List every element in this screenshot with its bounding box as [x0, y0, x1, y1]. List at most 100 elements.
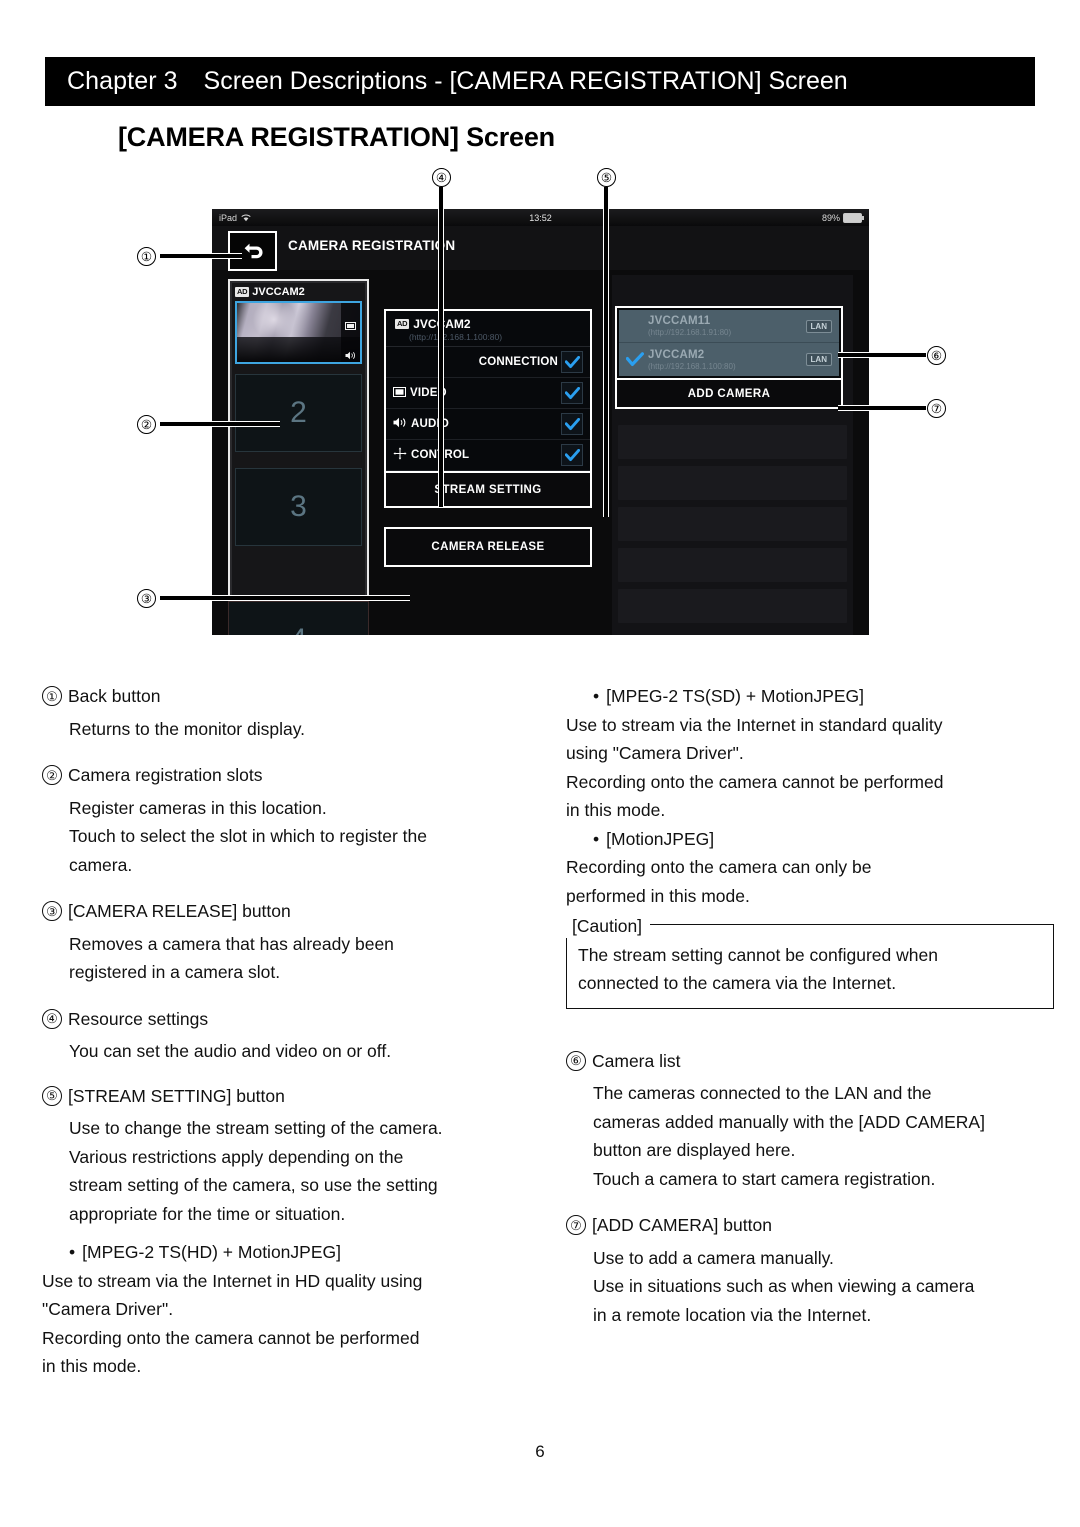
bullet-marker: •: [593, 828, 600, 849]
entry-title-text: [STREAM SETTING] button: [68, 1085, 285, 1106]
speaker-icon[interactable]: [345, 336, 356, 362]
bullet-mpeg2-sd: • [MPEG-2 TS(SD) + MotionJPEG] Use to str…: [566, 682, 1054, 825]
right-text-column: • [MPEG-2 TS(SD) + MotionJPEG] Use to str…: [566, 682, 1054, 1347]
back-button[interactable]: [228, 231, 277, 271]
entry-title-text: Back button: [68, 686, 161, 706]
entry-title-row: ② Camera registration slots: [42, 761, 542, 790]
camera-release-button[interactable]: CAMERA RELEASE: [384, 527, 592, 567]
entry-line: You can set the audio and video on or of…: [69, 1041, 392, 1061]
camera-slot-2[interactable]: 2: [235, 374, 362, 452]
pan-tilt-icon: [393, 447, 407, 463]
video-icon[interactable]: [345, 306, 356, 336]
entry-line: performed in this mode.: [566, 885, 750, 906]
speaker-icon: [393, 417, 407, 431]
camera-preview-thumbnail[interactable]: [235, 301, 362, 364]
back-arrow-icon: [242, 241, 264, 261]
callout-5: ⑤: [597, 168, 616, 187]
bullet-body: Use to stream via the Internet in HD qua…: [42, 1267, 542, 1381]
camera-slot-3-label: 3: [290, 490, 307, 523]
slot-1-header: AD JVCCAM2: [235, 286, 362, 298]
video-icon: [393, 386, 406, 400]
connection-checkbox[interactable]: [561, 351, 583, 373]
control-row-label-group: CONTROL: [393, 447, 469, 463]
bullet-heading: • [MPEG-2 TS(HD) + MotionJPEG]: [42, 1238, 542, 1267]
camera-slot-1[interactable]: AD JVCCAM2: [235, 286, 362, 364]
entry-resource-settings: ④ Resource settings You can set the audi…: [42, 1005, 542, 1066]
callout-1: ①: [137, 247, 156, 266]
empty-row: [618, 466, 847, 500]
entry-camera-registration-slots: ② Camera registration slots Register cam…: [42, 761, 542, 879]
detail-row-audio[interactable]: AUDIO: [386, 409, 590, 440]
entry-line: Use to add a camera manually.: [593, 1247, 834, 1268]
battery-percent-label: 89%: [821, 212, 840, 223]
audio-checkbox[interactable]: [561, 413, 583, 435]
camera-item-url: (http://192.168.1.100:80): [648, 361, 736, 371]
entry-body: Returns to the monitor display.: [42, 715, 542, 744]
status-right: 89%: [821, 212, 864, 223]
ipad-screenshot: iPad 13:52 89% CAMERA REGISTRATION AD JV…: [212, 209, 869, 635]
app-navigation-bar: CAMERA REGISTRATION: [212, 226, 869, 271]
camera-registration-slots: AD JVCCAM2 2 3: [228, 279, 369, 635]
detail-row-connection[interactable]: CONNECTION: [386, 347, 590, 378]
camera-slot-4-wrapper: 4: [228, 601, 369, 635]
entry-title-row: ④ Resource settings: [42, 1005, 542, 1034]
add-camera-button[interactable]: ADD CAMERA: [617, 378, 841, 407]
leader-line-2: [160, 421, 280, 427]
entry-line: Removes a camera that has already been: [69, 933, 394, 954]
entry-number: ②: [42, 765, 62, 785]
page-title: [CAMERA REGISTRATION] Screen: [118, 122, 555, 152]
camera-list-item[interactable]: JVCCAM11 (http://192.168.1.91:80) LAN: [619, 310, 839, 343]
stream-setting-button[interactable]: STREAM SETTING: [386, 471, 590, 506]
empty-row: [618, 589, 847, 623]
camera-list-item[interactable]: JVCCAM2 (http://192.168.1.100:80) LAN: [619, 343, 839, 376]
empty-row: [618, 425, 847, 459]
entry-line: in a remote location via the Internet.: [593, 1304, 872, 1325]
entry-line: using "Camera Driver".: [566, 743, 744, 763]
leader-line-4: [438, 187, 444, 507]
camera-slot-4[interactable]: 4: [228, 601, 369, 635]
entry-line: in this mode.: [566, 800, 666, 820]
camera-slot-3[interactable]: 3: [235, 468, 362, 546]
entry-body: The cameras connected to the LAN and the…: [566, 1079, 1054, 1193]
entry-title-text: Resource settings: [68, 1008, 209, 1029]
entry-line: Use to stream via the Internet in HD qua…: [42, 1270, 423, 1291]
entry-title-text: [ADD CAMERA] button: [592, 1215, 772, 1235]
bullet-motionjpeg: • [MotionJPEG] Recording onto the camera …: [566, 825, 1054, 911]
ios-status-bar: iPad 13:52 89%: [212, 209, 869, 226]
leader-line-6: [838, 352, 926, 358]
chapter-title: Screen Descriptions - [CAMERA REGISTRATI…: [203, 67, 848, 95]
entry-add-camera-button: ⑦ [ADD CAMERA] button Use to add a camer…: [566, 1211, 1054, 1329]
entry-line: Various restrictions apply depending on …: [69, 1146, 404, 1167]
entry-body: You can set the audio and video on or of…: [42, 1037, 542, 1066]
chapter-number: 3: [163, 67, 178, 95]
detail-row-control[interactable]: CONTROL: [386, 440, 590, 471]
leader-line-3: [160, 595, 410, 601]
detail-row-video[interactable]: VIDEO: [386, 378, 590, 409]
entry-line: camera.: [69, 854, 133, 875]
entry-title-row: ① Back button: [42, 682, 542, 711]
entry-line: appropriate for the time or situation.: [69, 1203, 346, 1224]
entry-title-text: Camera list: [592, 1050, 681, 1071]
video-checkbox[interactable]: [561, 382, 583, 404]
entry-line: Register cameras in this location.: [69, 797, 327, 818]
leader-line-7: [838, 405, 926, 411]
control-checkbox[interactable]: [561, 444, 583, 466]
camera-slot-4-label: 4: [290, 623, 307, 635]
entry-title-row: ⑦ [ADD CAMERA] button: [566, 1211, 1054, 1240]
entry-line: "Camera Driver".: [42, 1299, 174, 1319]
bullet-label: [MPEG-2 TS(HD) + MotionJPEG]: [82, 1242, 341, 1262]
callout-6: ⑥: [927, 346, 946, 365]
detail-camera-url: (http://192.168.1.100:80): [409, 332, 503, 342]
camera-item-name: JVCCAM2: [648, 348, 705, 361]
bullet-marker: •: [69, 1242, 76, 1262]
entry-line: Recording onto the camera can only be: [566, 857, 872, 877]
page-number: 6: [535, 1442, 545, 1461]
entry-line: registered in a camera slot.: [69, 962, 281, 982]
entry-body: Register cameras in this location. Touch…: [42, 794, 542, 880]
entry-line: Use in situations such as when viewing a…: [593, 1276, 975, 1296]
ad-badge-icon: AD: [395, 319, 410, 329]
entry-line: in this mode.: [42, 1356, 142, 1376]
entry-line: Touch a camera to start camera registrat…: [593, 1168, 936, 1189]
chapter-word: Chapter: [67, 67, 157, 95]
entry-stream-setting-button: ⑤ [STREAM SETTING] button Use to change …: [42, 1082, 542, 1229]
